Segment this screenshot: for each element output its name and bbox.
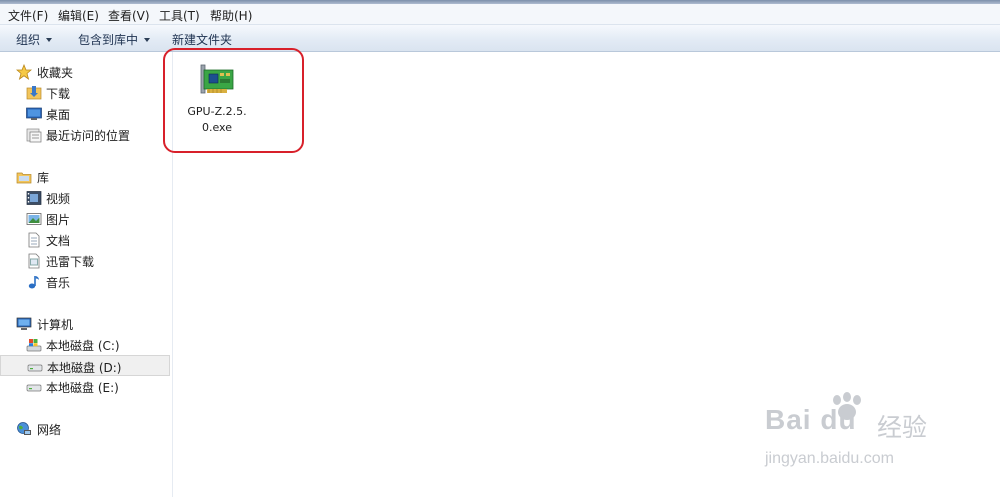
- thunder-download-folder-icon: [28, 253, 40, 269]
- menu-view[interactable]: 查看(V): [108, 7, 150, 24]
- red-highlight-annotation: [163, 48, 304, 153]
- menu-tools[interactable]: 工具(T): [159, 7, 200, 24]
- nav-drive-e[interactable]: 本地磁盘 (E:): [26, 376, 166, 397]
- nav-desktop[interactable]: 桌面: [26, 103, 166, 124]
- nav-drive-d-label: 本地磁盘 (D:): [47, 361, 122, 375]
- recent-places-icon: [26, 128, 42, 143]
- nav-videos[interactable]: 视频: [26, 187, 166, 208]
- nav-computer[interactable]: 计算机: [16, 313, 166, 334]
- nav-music[interactable]: 音乐: [26, 271, 166, 292]
- nav-pictures[interactable]: 图片: [26, 208, 166, 229]
- documents-icon: [28, 232, 40, 248]
- include-in-library-button[interactable]: 包含到库中: [78, 31, 151, 48]
- desktop-icon: [26, 107, 42, 120]
- nav-libraries[interactable]: 库: [16, 166, 166, 187]
- nav-documents-label: 文档: [46, 234, 71, 248]
- library-icon: [16, 172, 32, 184]
- nav-libraries-label: 库: [37, 171, 50, 185]
- nav-videos-label: 视频: [46, 192, 71, 206]
- watermark-url: jingyan.baidu.com: [765, 450, 894, 467]
- menu-file[interactable]: 文件(F): [8, 7, 48, 24]
- hard-drive-icon: [27, 364, 43, 372]
- nav-music-label: 音乐: [46, 276, 71, 290]
- nav-favorites[interactable]: 收藏夹: [16, 61, 166, 82]
- nav-drive-d[interactable]: 本地磁盘 (D:): [0, 355, 170, 376]
- command-toolbar: 组织 包含到库中 新建文件夹: [0, 25, 1000, 52]
- include-library-label: 包含到库中: [78, 33, 139, 47]
- menu-edit[interactable]: 编辑(E): [58, 7, 99, 24]
- watermark-jingyan: 经验: [877, 413, 928, 442]
- nav-recent-places[interactable]: 最近访问的位置: [26, 124, 166, 145]
- nav-network[interactable]: 网络: [16, 418, 166, 439]
- menu-bar: 文件(F) 编辑(E) 查看(V) 工具(T) 帮助(H): [0, 4, 1000, 25]
- pictures-icon: [26, 213, 42, 225]
- nav-downloads[interactable]: 下载: [26, 82, 166, 103]
- navigation-pane: 收藏夹 下载 桌面 最近访问的位置 库 视频 图片 文档 迅雷下载 音乐 计算机: [0, 52, 173, 497]
- baidu-jingyan-watermark: Bai du 经验 jingyan.baidu.com: [765, 392, 945, 472]
- system-drive-icon: [26, 339, 42, 352]
- new-folder-button[interactable]: 新建文件夹: [172, 31, 232, 48]
- star-icon: [16, 64, 32, 80]
- network-globe-icon: [17, 422, 31, 435]
- dropdown-arrow-icon: [46, 38, 53, 42]
- hard-drive-icon: [26, 384, 42, 392]
- nav-thunder-downloads[interactable]: 迅雷下载: [26, 250, 166, 271]
- video-icon: [26, 191, 42, 205]
- computer-icon: [16, 317, 32, 330]
- organize-label: 组织: [16, 33, 41, 47]
- music-note-icon: [28, 276, 39, 289]
- organize-button[interactable]: 组织: [16, 31, 53, 48]
- paw-logo-icon: [833, 392, 861, 420]
- nav-pictures-label: 图片: [46, 213, 71, 227]
- nav-network-label: 网络: [37, 423, 62, 437]
- nav-drive-c-label: 本地磁盘 (C:): [46, 339, 120, 353]
- nav-desktop-label: 桌面: [46, 108, 71, 122]
- nav-documents[interactable]: 文档: [26, 229, 166, 250]
- nav-drive-c[interactable]: 本地磁盘 (C:): [26, 334, 166, 355]
- downloads-folder-icon: [26, 86, 42, 100]
- nav-downloads-label: 下载: [46, 87, 71, 101]
- nav-computer-label: 计算机: [37, 318, 74, 332]
- nav-recent-places-label: 最近访问的位置: [46, 129, 131, 143]
- nav-drive-e-label: 本地磁盘 (E:): [46, 381, 119, 395]
- menu-help[interactable]: 帮助(H): [210, 7, 252, 24]
- nav-favorites-label: 收藏夹: [37, 66, 74, 80]
- dropdown-arrow-icon: [144, 38, 151, 42]
- nav-thunder-downloads-label: 迅雷下载: [46, 255, 95, 269]
